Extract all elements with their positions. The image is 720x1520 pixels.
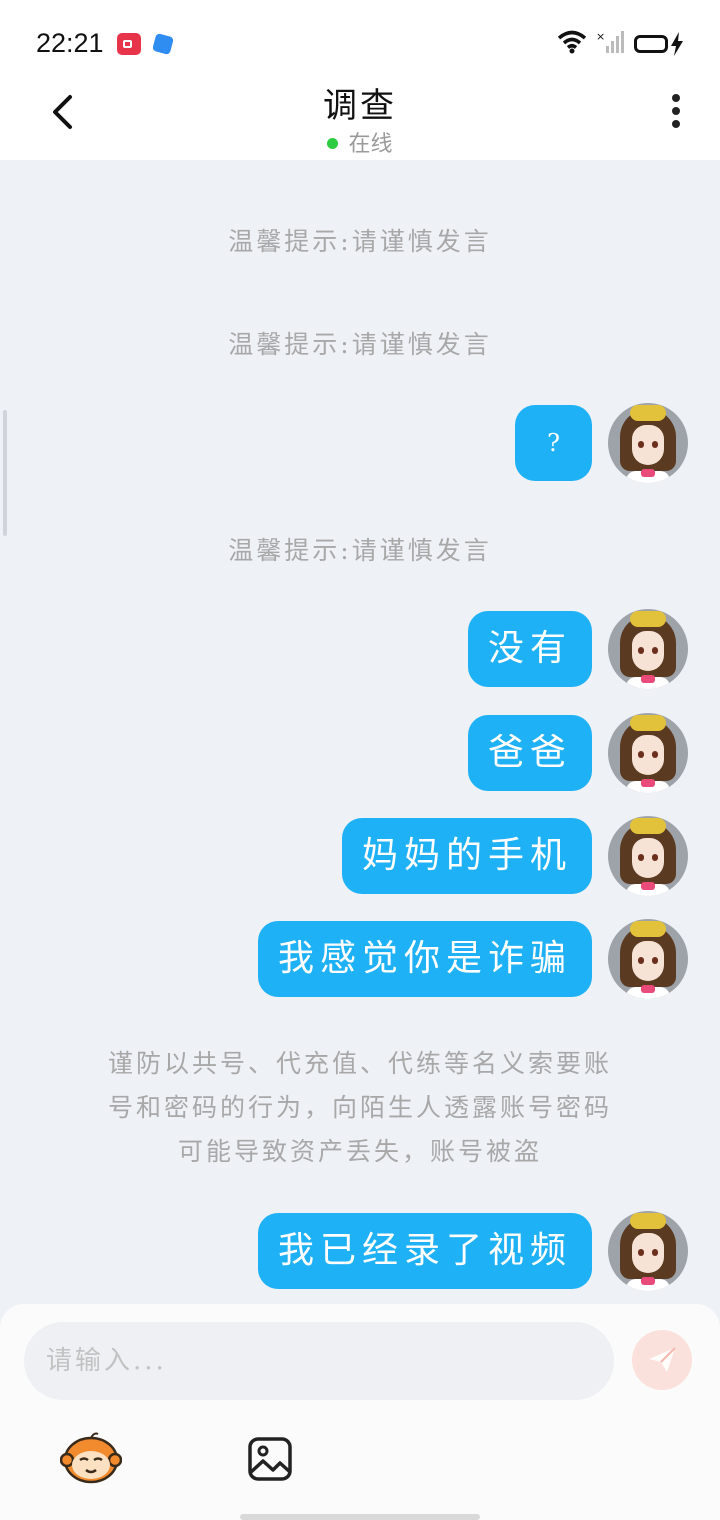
user-avatar[interactable] xyxy=(608,609,688,689)
monkey-mascot-icon[interactable] xyxy=(60,1430,122,1484)
charging-icon xyxy=(671,32,683,56)
scroll-indicator xyxy=(3,410,7,536)
message-bubble[interactable]: 没有 xyxy=(467,611,592,687)
image-icon[interactable] xyxy=(247,1436,293,1482)
security-warning: 谨防以共号、代充值、代练等名义索要账 号和密码的行为，向陌生人透露账号密码 可能… xyxy=(70,1042,650,1174)
signal-icon: × xyxy=(596,30,624,53)
home-indicator xyxy=(240,1514,480,1520)
chat-messages[interactable]: 温馨提示:请谨慎发言 温馨提示:请谨慎发言 ? 温馨提示:请谨慎发言 没有 爸爸… xyxy=(0,160,720,1304)
status-bar: 22:21 × xyxy=(0,0,720,80)
composer-panel xyxy=(0,1304,720,1520)
paper-plane-icon xyxy=(649,1347,676,1372)
screen-record-icon xyxy=(117,33,141,55)
message-row: 我感觉你是诈骗 xyxy=(257,919,688,999)
message-row: 爸爸 xyxy=(467,713,688,793)
chat-header: 调查 在线 xyxy=(0,80,720,160)
warning-line: 可能导致资产丢失，账号被盗 xyxy=(177,1137,542,1166)
message-bubble[interactable]: 妈妈的手机 xyxy=(341,818,592,894)
user-avatar[interactable] xyxy=(608,816,688,896)
svg-text:×: × xyxy=(596,30,605,43)
more-options-icon[interactable] xyxy=(666,94,686,134)
chat-title: 调查 xyxy=(323,86,397,126)
message-bubble[interactable]: 我感觉你是诈骗 xyxy=(257,921,592,997)
system-tip: 温馨提示:请谨慎发言 xyxy=(228,536,492,565)
message-row: 我已经录了视频 xyxy=(257,1211,688,1291)
online-dot-icon xyxy=(327,137,339,149)
message-row: ? xyxy=(515,403,688,483)
message-input[interactable] xyxy=(24,1322,614,1400)
app-notification-icon xyxy=(151,32,175,56)
user-avatar[interactable] xyxy=(608,919,688,999)
system-tip: 温馨提示:请谨慎发言 xyxy=(228,330,492,359)
message-bubble[interactable]: ? xyxy=(515,405,592,481)
message-bubble[interactable]: 爸爸 xyxy=(467,715,592,791)
message-row: 妈妈的手机 xyxy=(341,816,688,896)
system-tip: 温馨提示:请谨慎发言 xyxy=(228,227,492,256)
user-avatar[interactable] xyxy=(608,1211,688,1291)
battery-icon xyxy=(634,35,668,53)
wifi-icon xyxy=(557,30,587,54)
presence-label: 在线 xyxy=(348,132,393,157)
user-avatar[interactable] xyxy=(608,403,688,483)
user-avatar[interactable] xyxy=(608,713,688,793)
presence-status: 在线 xyxy=(0,126,720,158)
send-button[interactable] xyxy=(632,1330,692,1390)
message-bubble[interactable]: 我已经录了视频 xyxy=(257,1213,592,1289)
warning-line: 号和密码的行为，向陌生人透露账号密码 xyxy=(107,1093,612,1122)
status-time: 22:21 xyxy=(36,28,104,58)
warning-line: 谨防以共号、代充值、代练等名义索要账 xyxy=(107,1049,612,1078)
message-row: 没有 xyxy=(467,609,688,689)
